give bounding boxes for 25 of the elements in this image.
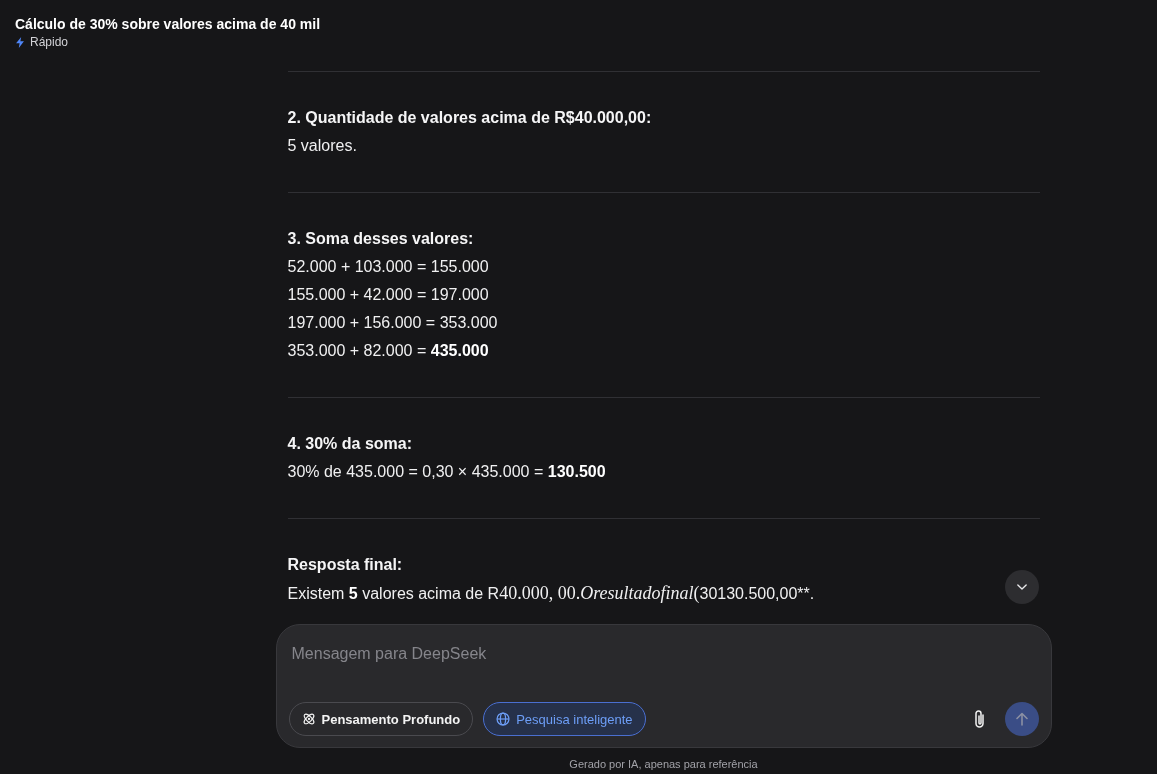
disclaimer-text: Gerado por IA, apenas para referência [569, 758, 758, 770]
body-text: 52.000 + 103.000 = 155.000 [287, 257, 489, 277]
body-text: Existem 5 valores acima de R40.000, 00.Oresultadofinal(30130.500,00**. [287, 582, 815, 605]
message-input[interactable]: Mensagem para DeepSeek [288, 636, 1039, 688]
body-text: 30% de 435.000 = 0,30 × 435.000 = 130.500 [287, 462, 606, 482]
arrow-up-icon [1013, 711, 1030, 727]
globe-icon [496, 712, 511, 726]
paperclip-icon [973, 709, 986, 729]
section-heading: Resposta final: [287, 555, 403, 575]
body-text: 197.000 + 156.000 = 353.000 [287, 313, 498, 333]
mode-label: Rápido [30, 34, 69, 50]
chat-title: Cálculo de 30% sobre valores acima de 40 mil [15, 15, 321, 33]
section-heading: 4. 30% da soma: [287, 434, 412, 454]
scroll-down-button[interactable] [1004, 570, 1039, 604]
body-text: 155.000 + 42.000 = 197.000 [287, 285, 489, 305]
attach-button[interactable] [973, 709, 986, 729]
mode-toggle-button[interactable]: Pesquisa inteligente [483, 702, 646, 736]
body-text: 5 valores. [287, 136, 357, 156]
lightning-icon [16, 36, 24, 48]
message-composer[interactable]: Mensagem para DeepSeek Pensamento Profundo Pesquisa inteligente [275, 624, 1052, 748]
atom-icon [301, 712, 316, 726]
chevron-down-icon [1016, 584, 1027, 590]
section-heading: 3. Soma desses valores: [287, 229, 474, 249]
section-heading: 2. Quantidade de valores acima de R$40.000,00: [287, 108, 652, 128]
body-text: 353.000 + 82.000 = 435.000 [287, 341, 489, 361]
